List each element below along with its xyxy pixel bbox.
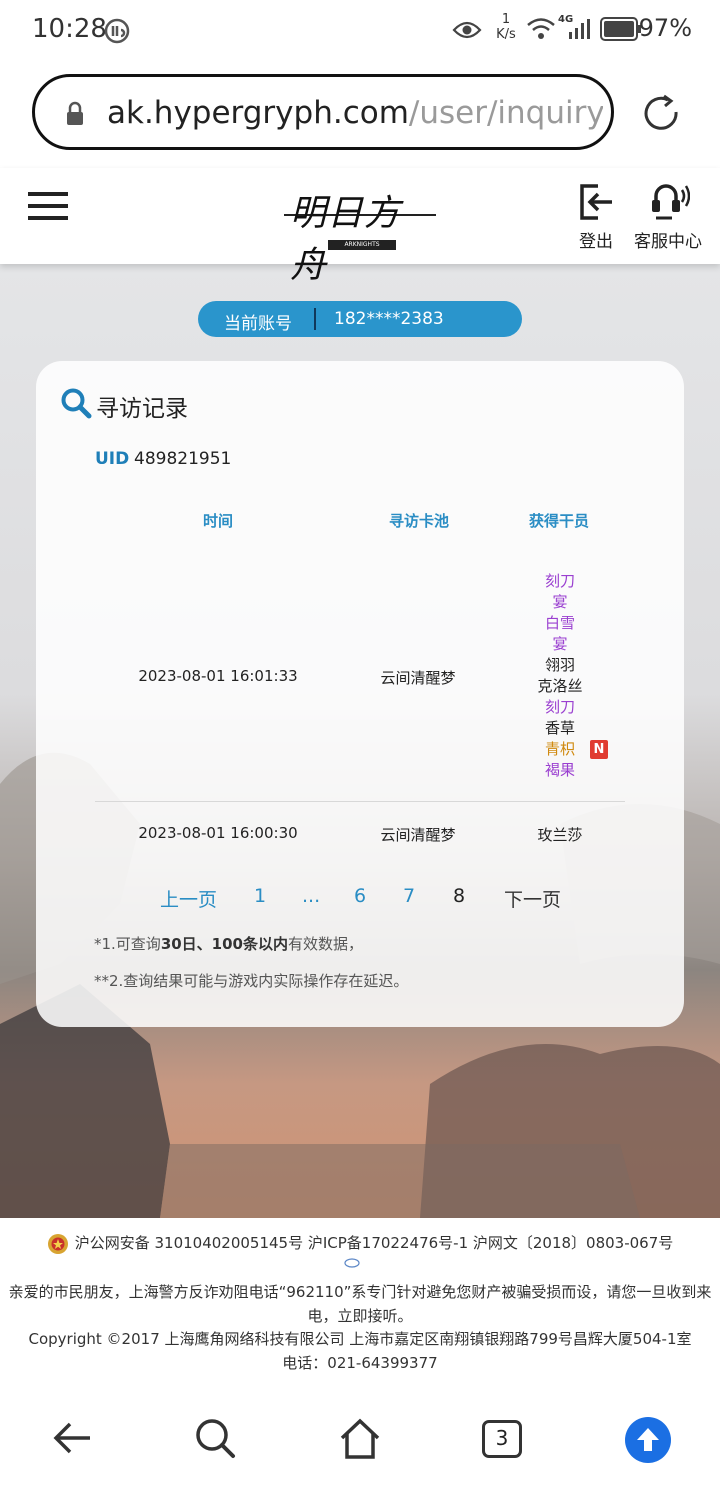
uid-value: 489821951 <box>134 449 232 469</box>
police-emblem-icon <box>47 1233 68 1254</box>
operator-name: 翎羽 <box>544 656 575 674</box>
pagination-page-7[interactable]: 7 <box>403 885 415 907</box>
table-row-time: 2023-08-01 16:01:33 <box>138 667 298 685</box>
current-account-pill: 当前账号 182****2383 <box>198 301 522 337</box>
eye-icon <box>452 21 482 39</box>
site-footer: 沪公网安备 31010402005145号 沪ICP备17022476号-1 沪… <box>0 1218 720 1387</box>
table-row-time: 2023-08-01 16:00:30 <box>138 824 298 842</box>
pagination-page-6[interactable]: 6 <box>354 885 366 907</box>
table-row-pool: 云间清醒梦 <box>380 669 456 687</box>
search-icon[interactable] <box>193 1416 237 1460</box>
url-text[interactable]: ak.hypergryph.com/user/inquiryGacha <box>107 95 603 131</box>
column-header-time: 时间 <box>202 512 233 530</box>
operator-name: 白雪 <box>544 614 575 632</box>
footer-copyright: Copyright ©2017 上海鹰角网络科技有限公司 上海市嘉定区南翔镇银翔… <box>28 1330 692 1348</box>
reload-icon[interactable] <box>640 92 684 136</box>
signal-icon <box>569 19 590 39</box>
tabs-button[interactable]: 3 <box>482 1420 522 1458</box>
logout-icon <box>580 184 612 220</box>
pagination-page-current[interactable]: 8 <box>453 885 465 907</box>
customer-service-button[interactable]: 客服中心 <box>630 182 706 252</box>
account-value: 182****2383 <box>334 309 444 329</box>
url-host: ak.hypergryph.com <box>107 95 409 131</box>
logout-button[interactable]: 登出 <box>574 182 618 252</box>
customer-service-label: 客服中心 <box>634 232 702 252</box>
operator-name: 玫兰莎 <box>537 826 583 844</box>
logo-subtext: ARKNIGHTS <box>328 240 396 250</box>
url-path: /user/inquiryGacha <box>408 95 603 131</box>
battery-level: 97% <box>638 14 692 42</box>
footer-phone: 电话：021-64399377 <box>282 1354 438 1372</box>
logout-label: 登出 <box>579 232 613 252</box>
pagination-next[interactable]: 下一页 <box>504 885 561 912</box>
wifi-icon <box>527 18 555 39</box>
footer-notice: 亲爱的市民朋友，上海警方反诈劝阻电话“962110”系专门针对避免您财产被骗受损… <box>8 1283 712 1325</box>
network-speed: 1 K/s <box>496 12 516 42</box>
pagination-page-1[interactable]: 1 <box>254 885 266 907</box>
battery-icon <box>600 17 641 41</box>
operator-name: 宴 <box>552 593 568 611</box>
menu-icon[interactable] <box>28 190 68 222</box>
status-bar: 10:28 1 K/s 4G 97% <box>0 0 720 60</box>
back-icon[interactable] <box>50 1416 94 1460</box>
row-divider <box>95 801 625 802</box>
operator-name: 刻刀 <box>544 698 575 716</box>
operator-name: 褐果 <box>544 761 575 779</box>
operator-list: 刻刀 宴 白雪 宴 翎羽 克洛丝 刻刀 香草 青枳 N 褐果 <box>510 571 610 781</box>
content-area: 当前账号 182****2383 寻访记录 UID 489821951 时间 寻… <box>0 264 720 1218</box>
note-2: **2.查询结果可能与游戏内实际操作存在延迟。 <box>94 972 409 990</box>
operator-name: 刻刀 <box>544 572 575 590</box>
account-separator <box>314 308 316 330</box>
footer-registration[interactable]: 沪公网安备 31010402005145号 沪ICP备17022476号-1 沪… <box>0 1232 720 1255</box>
operator-name-new: 青枳 N <box>510 739 610 760</box>
operator-name: 香草 <box>544 719 575 737</box>
home-icon[interactable] <box>338 1416 382 1460</box>
operator-name: 青枳 <box>544 740 575 758</box>
operator-name: 宴 <box>552 635 568 653</box>
operator-name: 克洛丝 <box>537 677 583 695</box>
scroll-up-icon[interactable] <box>624 1416 672 1464</box>
pagination-prev[interactable]: 上一页 <box>160 885 217 912</box>
lock-icon <box>67 101 83 125</box>
notification-icon <box>104 18 130 44</box>
status-time: 10:28 <box>32 14 107 44</box>
headset-icon <box>652 184 691 220</box>
new-badge: N <box>590 740 608 759</box>
site-header: 明日方舟 ARKNIGHTS 登出 客服中心 <box>0 168 720 286</box>
search-icon <box>61 388 92 419</box>
note-1: *1.可查询30日、100条以内有效数据， <box>94 935 364 953</box>
column-header-operators: 获得干员 <box>528 512 589 530</box>
card-title: 寻访记录 <box>96 396 188 422</box>
browser-bottom-bar: 3 <box>0 1386 720 1496</box>
logo-text: 明日方舟 <box>290 193 402 286</box>
address-bar[interactable]: ak.hypergryph.com/user/inquiryGacha <box>32 74 614 150</box>
column-header-pool: 寻访卡池 <box>388 512 449 530</box>
pagination-ellipsis: ... <box>302 885 321 907</box>
arknights-logo[interactable]: 明日方舟 ARKNIGHTS <box>284 180 436 286</box>
gacha-record-card: 寻访记录 UID 489821951 时间 寻访卡池 获得干员 2023-08-… <box>36 361 684 1027</box>
uid-label: UID <box>95 449 130 469</box>
license-badge-icon <box>344 1258 360 1268</box>
account-label: 当前账号 <box>224 314 292 334</box>
